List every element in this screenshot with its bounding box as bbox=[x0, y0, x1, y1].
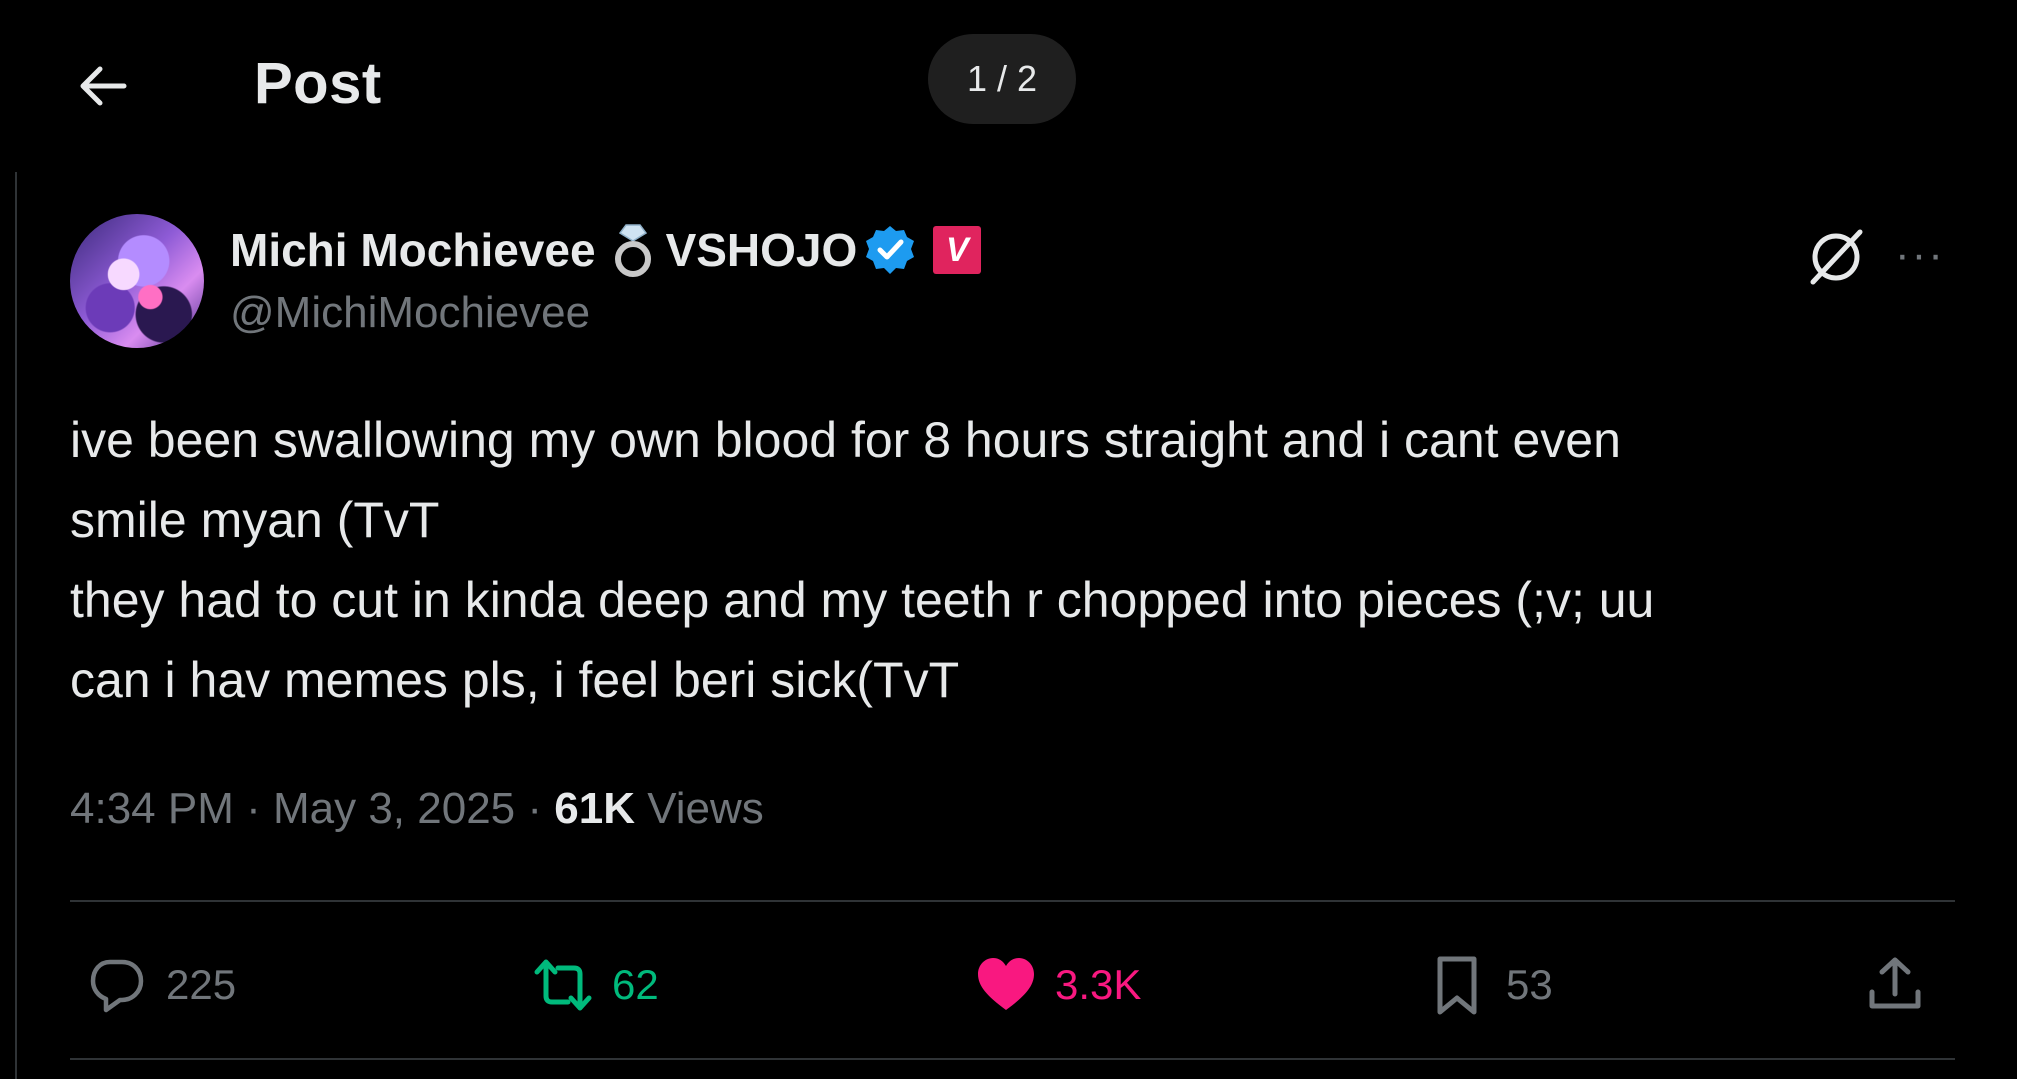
action-bar: 225 62 3.3K 53 bbox=[70, 940, 1955, 1030]
bookmark-count: 53 bbox=[1506, 961, 1553, 1008]
like-count: 3.3K bbox=[1055, 961, 1142, 1008]
share-icon bbox=[1869, 957, 1921, 1009]
meta-separator: · bbox=[515, 784, 555, 833]
bookmark-icon bbox=[1437, 956, 1477, 1015]
verified-badge-icon bbox=[866, 226, 915, 274]
avatar[interactable] bbox=[70, 214, 204, 348]
repost-button[interactable]: 62 bbox=[532, 940, 659, 1030]
repost-icon bbox=[534, 959, 592, 1011]
top-bar: Post 1 / 2 bbox=[0, 0, 2017, 170]
ring-icon bbox=[614, 224, 651, 277]
views-count: 61K bbox=[554, 784, 635, 833]
org-affiliation-badge[interactable]: V bbox=[933, 226, 982, 274]
reply-button[interactable]: 225 bbox=[86, 940, 236, 1030]
heart-icon bbox=[978, 958, 1034, 1010]
grok-icon[interactable] bbox=[1803, 224, 1869, 290]
media-counter: 1 / 2 bbox=[928, 34, 1076, 124]
post-text-line: smile myan (TvT bbox=[70, 492, 440, 548]
back-button[interactable] bbox=[74, 60, 134, 112]
share-button[interactable] bbox=[1864, 940, 1926, 1030]
thread-rule bbox=[15, 172, 17, 1079]
actions-divider-bottom bbox=[70, 1058, 1955, 1060]
actions-divider-top bbox=[70, 900, 1955, 902]
post-text-line: they had to cut in kinda deep and my tee… bbox=[70, 572, 1655, 628]
post-text: ive been swallowing my own blood for 8 h… bbox=[70, 400, 1950, 720]
more-options-icon[interactable]: ··· bbox=[1895, 230, 1965, 280]
post-page: Post 1 / 2 Michi Mochievee VSHOJO V @Mic… bbox=[0, 0, 2017, 1079]
author-display-name[interactable]: Michi Mochievee bbox=[230, 223, 596, 277]
arrow-left-icon bbox=[80, 66, 127, 106]
post-text-line: ive been swallowing my own blood for 8 h… bbox=[70, 412, 1621, 468]
post-text-line: can i hav memes pls, i feel beri sick(Tv… bbox=[70, 652, 960, 708]
author-org-name: VSHOJO bbox=[665, 224, 858, 276]
bookmark-button[interactable]: 53 bbox=[1426, 940, 1553, 1030]
repost-count: 62 bbox=[612, 961, 659, 1008]
reply-count: 225 bbox=[166, 961, 237, 1008]
meta-separator: · bbox=[233, 784, 273, 833]
post-meta: 4:34 PM · May 3, 2025 · 61K Views bbox=[70, 784, 764, 834]
like-button[interactable]: 3.3K bbox=[975, 940, 1141, 1030]
post-time[interactable]: 4:34 PM bbox=[70, 784, 234, 833]
author-handle[interactable]: @MichiMochievee bbox=[230, 288, 590, 338]
author-name-row: Michi Mochievee VSHOJO V bbox=[230, 220, 982, 280]
page-title: Post bbox=[254, 51, 382, 116]
post-date[interactable]: May 3, 2025 bbox=[273, 784, 515, 833]
reply-icon bbox=[90, 959, 144, 1013]
views-label: Views bbox=[634, 784, 764, 833]
